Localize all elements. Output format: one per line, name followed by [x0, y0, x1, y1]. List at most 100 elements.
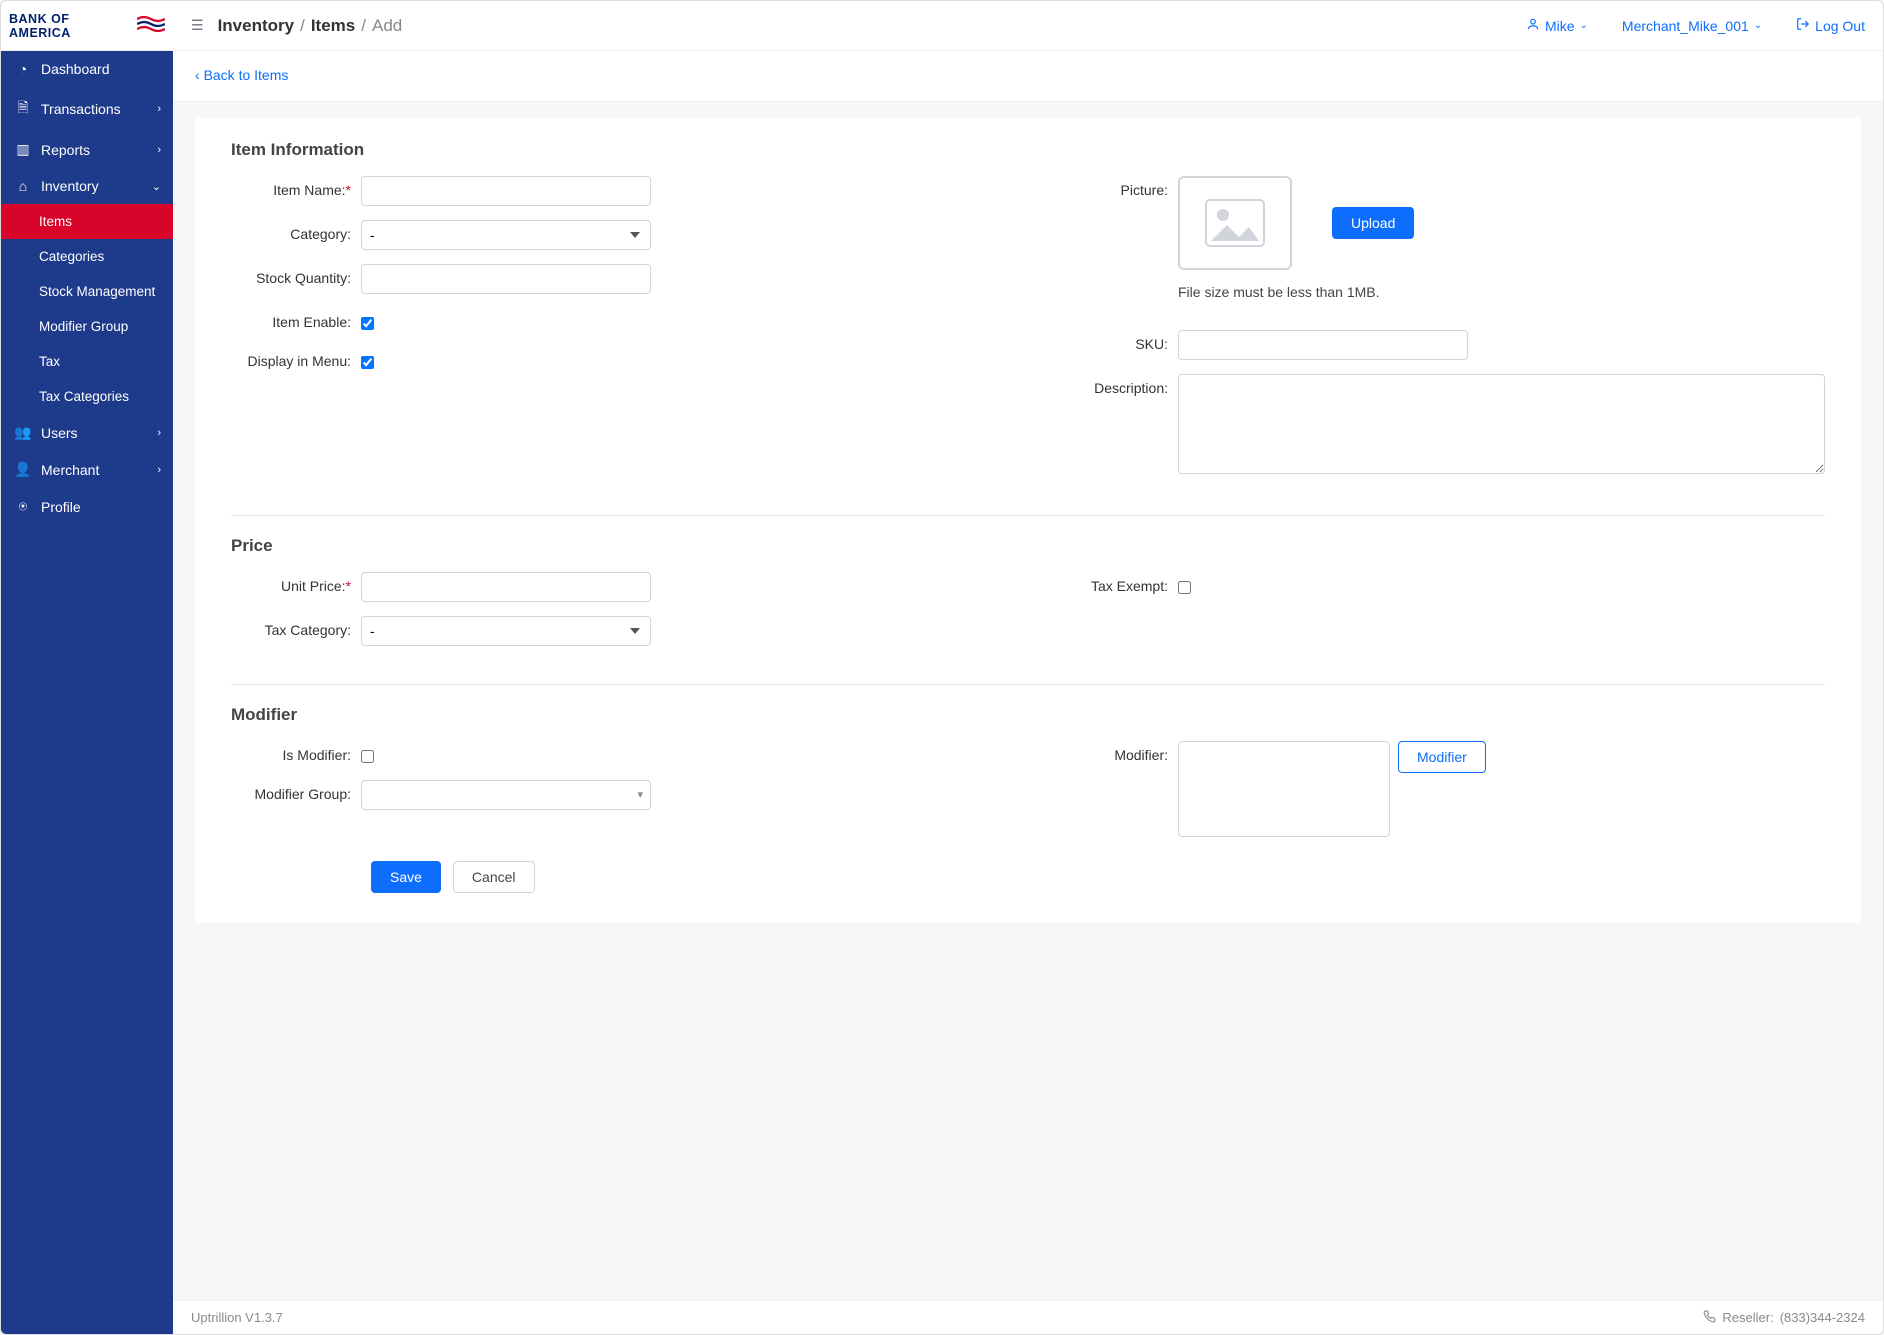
label-is-modifier: Is Modifier: — [231, 741, 361, 763]
logout-label: Log Out — [1815, 18, 1865, 34]
merchant-icon: 👤 — [15, 461, 31, 478]
label-modifier-group: Modifier Group: — [231, 780, 361, 802]
user-icon — [1526, 17, 1540, 34]
nav-dashboard[interactable]: ◔Dashboard — [1, 51, 173, 87]
section-price: Price — [231, 536, 1825, 556]
reseller-label: Reseller: — [1722, 1310, 1773, 1325]
nav-tax[interactable]: Tax — [1, 344, 173, 379]
user-name: Mike — [1545, 18, 1575, 34]
nav-label: Reports — [41, 142, 90, 158]
back-to-items-link[interactable]: ‹ Back to Items — [195, 67, 288, 83]
section-item-info: Item Information — [231, 140, 1825, 160]
label-description: Description: — [1048, 374, 1178, 396]
sku-input[interactable] — [1178, 330, 1468, 360]
nav-label: Stock Management — [39, 284, 155, 299]
section-modifier: Modifier — [231, 705, 1825, 725]
save-button[interactable]: Save — [371, 861, 441, 893]
nav-label: Merchant — [41, 462, 99, 478]
nav-reports[interactable]: ▥ Reports › — [1, 131, 173, 168]
label-sku: SKU: — [1048, 330, 1178, 352]
label-stock-qty: Stock Quantity: — [231, 264, 361, 286]
picture-placeholder — [1178, 176, 1292, 270]
label-item-name: Item Name:* — [231, 176, 361, 198]
item-name-input[interactable] — [361, 176, 651, 206]
display-menu-checkbox[interactable] — [361, 356, 374, 369]
nav-label: Inventory — [41, 178, 99, 194]
nav-label: Profile — [41, 499, 81, 515]
menu-toggle-icon[interactable]: ☰ — [191, 17, 204, 34]
label-tax-exempt: Tax Exempt: — [1048, 572, 1178, 594]
version-text: Uptrillion V1.3.7 — [191, 1310, 283, 1325]
nav-transactions[interactable]: 🗎 Transactions › — [1, 87, 173, 131]
nav-users[interactable]: 👥 Users › — [1, 414, 173, 451]
cancel-button[interactable]: Cancel — [453, 861, 535, 893]
reports-icon: ▥ — [15, 141, 31, 158]
file-size-hint: File size must be less than 1MB. — [1178, 284, 1825, 300]
nav-merchant[interactable]: 👤 Merchant › — [1, 451, 173, 488]
inventory-submenu: Items Categories Stock Management Modifi… — [1, 204, 173, 414]
user-menu[interactable]: Mike ⌄ — [1526, 17, 1588, 34]
stock-qty-input[interactable] — [361, 264, 651, 294]
category-select[interactable]: - — [361, 220, 651, 250]
chevron-right-icon: › — [157, 144, 161, 156]
nav-label: Tax Categories — [39, 389, 129, 404]
chevron-down-icon: ⌄ — [1580, 20, 1588, 31]
inventory-icon: ⌂ — [15, 178, 31, 194]
nav-label: Items — [39, 214, 72, 229]
chevron-right-icon: › — [157, 103, 161, 115]
is-modifier-checkbox[interactable] — [361, 750, 374, 763]
label-picture: Picture: — [1048, 176, 1178, 198]
unit-price-input[interactable] — [361, 572, 651, 602]
phone-icon — [1703, 1310, 1716, 1326]
brand-logo: BANK OF AMERICA — [1, 1, 173, 51]
modifier-list-box[interactable] — [1178, 741, 1390, 837]
back-link-label: Back to Items — [204, 67, 289, 83]
form-card: Item Information Item Name:* Category: -… — [195, 118, 1861, 923]
nav-stock-management[interactable]: Stock Management — [1, 274, 173, 309]
chevron-down-icon: ⌄ — [152, 180, 161, 193]
merchant-name: Merchant_Mike_001 — [1622, 18, 1749, 34]
footer: Uptrillion V1.3.7 Reseller: (833)344-232… — [173, 1300, 1883, 1334]
nav-label: Tax — [39, 354, 60, 369]
brand-text: BANK OF AMERICA — [9, 12, 131, 40]
nav-items[interactable]: Items — [1, 204, 173, 239]
nav-tax-categories[interactable]: Tax Categories — [1, 379, 173, 414]
chevron-down-icon: ⌄ — [1754, 20, 1762, 31]
breadcrumb-items[interactable]: Items — [311, 16, 355, 36]
description-textarea[interactable] — [1178, 374, 1825, 474]
logout-link[interactable]: Log Out — [1796, 17, 1865, 34]
nav-label: Transactions — [41, 101, 121, 117]
upload-button[interactable]: Upload — [1332, 207, 1414, 239]
breadcrumb-inventory[interactable]: Inventory — [218, 16, 295, 36]
nav-label: Users — [41, 425, 78, 441]
logout-icon — [1796, 17, 1810, 34]
nav: ◔Dashboard 🗎 Transactions › ▥ Reports › ⌂ Inv… — [1, 51, 173, 1334]
nav-modifier-group[interactable]: Modifier Group — [1, 309, 173, 344]
nav-inventory[interactable]: ⌂ Inventory ⌄ — [1, 168, 173, 204]
label-category: Category: — [231, 220, 361, 242]
tax-category-select[interactable]: - — [361, 616, 651, 646]
nav-label: Modifier Group — [39, 319, 128, 334]
nav-categories[interactable]: Categories — [1, 239, 173, 274]
label-tax-category: Tax Category: — [231, 616, 361, 638]
nav-profile[interactable]: ⍟ Profile — [1, 488, 173, 525]
transactions-icon: 🗎 — [15, 97, 31, 121]
breadcrumb-sep: / — [300, 16, 305, 36]
gauge-icon: ◔ — [15, 61, 31, 77]
modifier-group-combobox[interactable] — [361, 780, 651, 810]
chevron-right-icon: › — [157, 427, 161, 439]
label-modifier: Modifier: — [1048, 741, 1178, 763]
tax-exempt-checkbox[interactable] — [1178, 581, 1191, 594]
profile-icon: ⍟ — [15, 498, 31, 515]
label-item-enable: Item Enable: — [231, 308, 361, 330]
reseller-phone: (833)344-2324 — [1780, 1310, 1865, 1325]
chevron-right-icon: › — [157, 464, 161, 476]
modifier-button[interactable]: Modifier — [1398, 741, 1486, 773]
breadcrumb-sep: / — [361, 16, 366, 36]
topbar: ☰ Inventory / Items / Add Mike ⌄ Merchan… — [173, 1, 1883, 51]
breadcrumb: Inventory / Items / Add — [218, 16, 403, 36]
sidebar: BANK OF AMERICA ◔Dashboard 🗎 Transactions… — [1, 1, 173, 1334]
users-icon: 👥 — [15, 424, 31, 441]
item-enable-checkbox[interactable] — [361, 317, 374, 330]
merchant-menu[interactable]: Merchant_Mike_001 ⌄ — [1622, 18, 1762, 34]
